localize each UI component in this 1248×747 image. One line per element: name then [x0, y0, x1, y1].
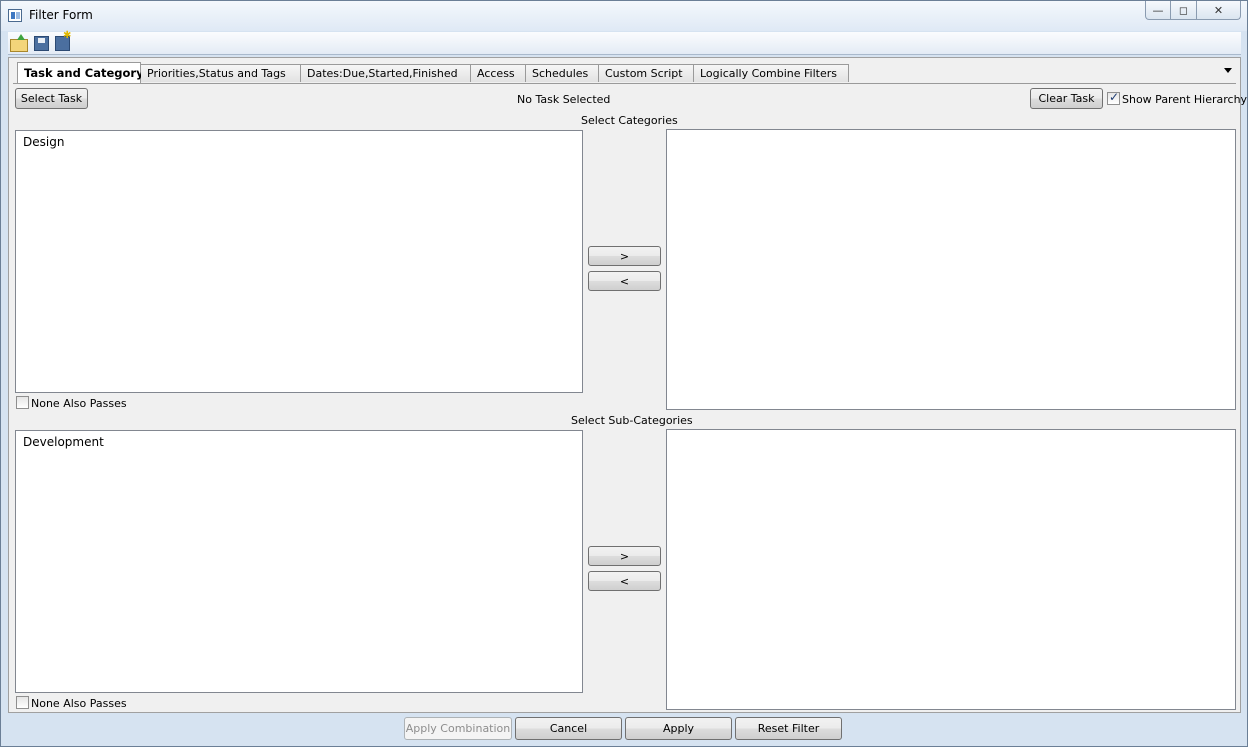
window-title: Filter Form — [29, 8, 93, 22]
tab-custom-script[interactable]: Custom Script — [599, 64, 694, 82]
categories-none-also-passes-checkbox[interactable] — [16, 396, 29, 409]
cancel-button[interactable]: Cancel — [515, 717, 622, 740]
tab-overflow-icon[interactable] — [1224, 68, 1232, 73]
tab-priorities-status-tags[interactable]: Priorities,Status and Tags — [141, 64, 301, 82]
add-subcategory-button[interactable]: > — [588, 546, 661, 566]
select-subcategories-heading: Select Sub-Categories — [571, 414, 693, 427]
list-item[interactable]: Development — [23, 435, 575, 449]
tab-schedules[interactable]: Schedules — [526, 64, 599, 82]
save-icon[interactable] — [34, 35, 49, 51]
toolbar — [8, 30, 1241, 55]
available-categories-list[interactable]: Design — [15, 130, 583, 393]
tab-task-and-category[interactable]: Task and Category — [17, 62, 144, 83]
tab-dates[interactable]: Dates:Due,Started,Finished — [301, 64, 471, 82]
apply-combination-button[interactable]: Apply Combination — [404, 717, 512, 740]
subcategories-none-also-passes-label: None Also Passes — [31, 697, 127, 710]
clear-task-button[interactable]: Clear Task — [1030, 88, 1103, 109]
task-status: No Task Selected — [517, 93, 611, 106]
close-button[interactable]: ✕ — [1197, 1, 1241, 20]
tab-content: Select Task No Task Selected Clear Task … — [13, 83, 1247, 710]
select-task-button[interactable]: Select Task — [15, 88, 88, 109]
selected-subcategories-list[interactable] — [666, 429, 1236, 710]
tab-logically-combine-filters[interactable]: Logically Combine Filters — [694, 64, 849, 82]
title-bar[interactable]: Filter Form — ◻ ✕ — [1, 1, 1247, 31]
open-icon[interactable] — [10, 33, 28, 52]
minimize-button[interactable]: — — [1145, 1, 1171, 20]
subcategories-none-also-passes-checkbox[interactable] — [16, 696, 29, 709]
save-as-icon[interactable] — [55, 30, 71, 51]
tab-bar: Task and Category Priorities,Status and … — [17, 62, 849, 83]
categories-none-also-passes-label: None Also Passes — [31, 397, 127, 410]
footer-buttons: Apply Combination Cancel Apply Reset Fil… — [8, 715, 1241, 742]
list-item[interactable]: Design — [23, 135, 575, 149]
available-subcategories-list[interactable]: Development — [15, 430, 583, 693]
filter-form-window: Filter Form — ◻ ✕ Task and Category Prio… — [0, 0, 1248, 747]
select-categories-heading: Select Categories — [581, 114, 678, 127]
tab-access[interactable]: Access — [471, 64, 526, 82]
restore-button[interactable]: ◻ — [1171, 1, 1197, 20]
apply-button[interactable]: Apply — [625, 717, 732, 740]
selected-categories-list[interactable] — [666, 129, 1236, 410]
remove-category-button[interactable]: < — [588, 271, 661, 291]
window-controls: — ◻ ✕ — [1145, 1, 1241, 20]
show-parent-hierarchy-label: Show Parent Hierarchy — [1122, 93, 1248, 106]
filter-panel: Task and Category Priorities,Status and … — [8, 57, 1247, 713]
show-parent-hierarchy-checkbox[interactable] — [1107, 90, 1120, 105]
add-category-button[interactable]: > — [588, 246, 661, 266]
reset-filter-button[interactable]: Reset Filter — [735, 717, 842, 740]
app-icon — [8, 9, 22, 22]
remove-subcategory-button[interactable]: < — [588, 571, 661, 591]
